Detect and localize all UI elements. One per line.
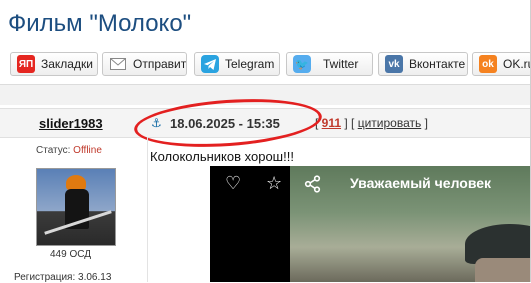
share-ok-label: OK.ru xyxy=(503,57,531,71)
post-text: Колокольников хорош!!! xyxy=(150,149,294,164)
post-date: 18.06.2025 - 15:35 xyxy=(170,116,280,131)
share-icon[interactable] xyxy=(304,175,322,197)
share-telegram-label: Telegram xyxy=(225,57,275,71)
quote-link[interactable]: цитировать xyxy=(358,116,422,130)
post-meta: [ 911 ] [ цитировать ] xyxy=(315,116,428,130)
heart-icon[interactable]: ♡ xyxy=(225,175,241,193)
spacer-band xyxy=(0,85,531,105)
mail-icon xyxy=(109,55,127,73)
share-send-label: Отправить xyxy=(133,57,187,71)
post-number-link[interactable]: 911 xyxy=(322,116,341,130)
yandex-bookmarks-icon: ЯП xyxy=(17,55,35,73)
sidebar-divider xyxy=(147,137,148,282)
share-twitter-label: Twitter xyxy=(323,57,359,71)
ok-icon: ok xyxy=(479,55,497,73)
user-registration: Регистрация: 3.06.13 xyxy=(14,272,112,283)
user-points: 449 ОСД xyxy=(50,249,92,260)
share-twitter-button[interactable]: 🐦 Twitter xyxy=(286,52,373,76)
share-bookmarks-label: Закладки xyxy=(41,57,93,71)
share-vk-button[interactable]: vk Вконтакте xyxy=(378,52,468,76)
share-telegram-button[interactable]: Telegram xyxy=(194,52,280,76)
avatar[interactable] xyxy=(36,168,116,246)
telegram-icon xyxy=(201,55,219,73)
twitter-icon: 🐦 xyxy=(293,55,311,73)
post-author-link[interactable]: slider1983 xyxy=(39,116,103,131)
share-bookmarks-button[interactable]: ЯП Закладки xyxy=(10,52,98,76)
status-value: Offline xyxy=(73,145,102,156)
status-label: Статус: xyxy=(36,145,74,156)
user-status: Статус: Offline xyxy=(36,145,102,156)
anchor-icon[interactable]: ⚓ xyxy=(151,116,162,130)
video-title: Уважаемый человек xyxy=(350,175,492,191)
video-embed[interactable]: ♡ ☆ Уважаемый человек xyxy=(210,166,531,282)
vk-icon: vk xyxy=(385,55,403,73)
share-send-button[interactable]: Отправить xyxy=(102,52,187,76)
share-vk-label: Вконтакте xyxy=(409,57,466,71)
page-title: Фильм "Молоко" xyxy=(8,10,192,37)
star-icon[interactable]: ☆ xyxy=(266,175,282,193)
share-ok-button[interactable]: ok OK.ru xyxy=(472,52,531,76)
